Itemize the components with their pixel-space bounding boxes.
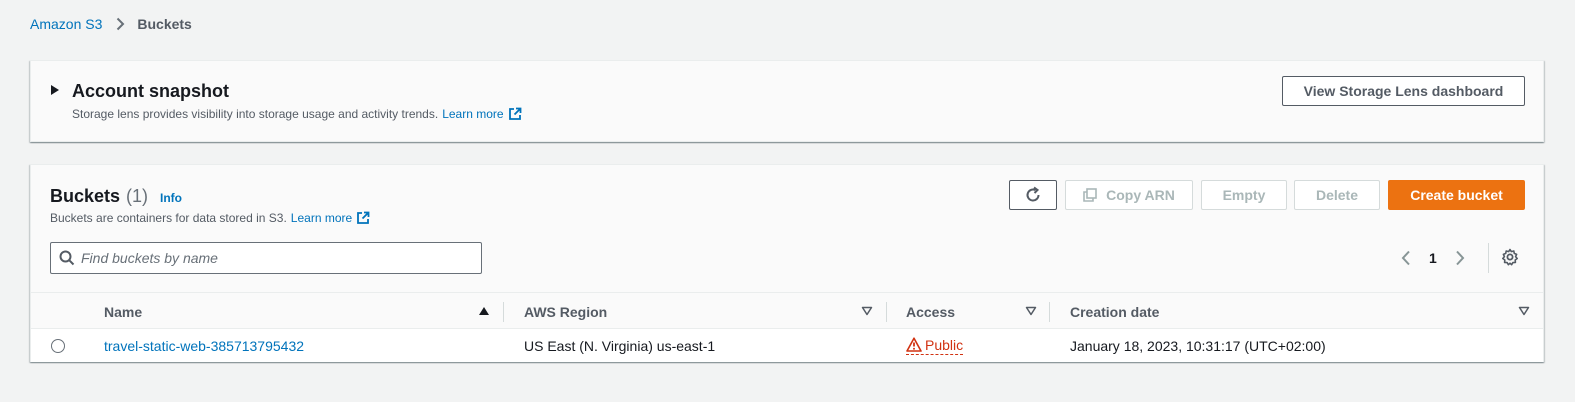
column-divider[interactable] xyxy=(1049,302,1050,322)
column-header-access-label: Access xyxy=(906,303,956,320)
bucket-region: US East (N. Virginia) us-east-1 xyxy=(524,337,716,354)
column-header-creation-date-label: Creation date xyxy=(1070,303,1160,320)
external-link-icon xyxy=(508,107,522,121)
delete-button[interactable]: Delete xyxy=(1294,180,1380,210)
refresh-button[interactable] xyxy=(1009,180,1057,210)
account-snapshot-title[interactable]: Account snapshot xyxy=(72,81,229,102)
breadcrumb-current: Buckets xyxy=(137,16,192,32)
external-link-icon xyxy=(356,211,370,225)
sort-icon[interactable] xyxy=(1518,306,1530,316)
buckets-table: Name AWS Region Access Creation date tra… xyxy=(31,292,1543,362)
gear-icon[interactable] xyxy=(1501,248,1519,266)
snapshot-learn-more-label: Learn more xyxy=(442,107,504,121)
access-status-public[interactable]: Public xyxy=(906,336,964,355)
copy-icon xyxy=(1083,188,1097,202)
sort-icon[interactable] xyxy=(1025,306,1037,316)
account-snapshot-description: Storage lens provides visibility into st… xyxy=(72,107,522,121)
pagination-divider xyxy=(1488,243,1489,273)
table-row[interactable]: travel-static-web-385713795432 US East (… xyxy=(31,329,1543,362)
column-divider[interactable] xyxy=(503,302,504,322)
bucket-name-link[interactable]: travel-static-web-385713795432 xyxy=(104,338,304,354)
create-bucket-button[interactable]: Create bucket xyxy=(1388,180,1525,210)
column-divider[interactable] xyxy=(886,302,887,322)
chevron-right-icon xyxy=(116,17,125,31)
chevron-right-icon[interactable] xyxy=(1455,250,1465,266)
search-field[interactable] xyxy=(50,242,482,274)
sort-ascending-icon[interactable] xyxy=(478,306,490,316)
buckets-description-text: Buckets are containers for data stored i… xyxy=(50,211,287,225)
breadcrumb-amazon-s3-link[interactable]: Amazon S3 xyxy=(30,16,102,32)
access-label: Public xyxy=(925,336,964,353)
table-header: Name AWS Region Access Creation date xyxy=(31,292,1543,329)
copy-arn-label: Copy ARN xyxy=(1106,187,1175,203)
search-input[interactable] xyxy=(81,250,481,266)
snapshot-description-text: Storage lens provides visibility into st… xyxy=(72,107,439,121)
buckets-panel: Buckets (1) Info Buckets are containers … xyxy=(30,164,1544,362)
column-header-creation-date[interactable]: Creation date xyxy=(1070,293,1530,330)
buckets-learn-more-label: Learn more xyxy=(290,211,353,225)
buckets-learn-more-link[interactable]: Learn more xyxy=(291,211,370,225)
row-select-radio[interactable] xyxy=(51,339,65,353)
column-header-region[interactable]: AWS Region xyxy=(524,293,886,330)
empty-button[interactable]: Empty xyxy=(1201,180,1287,210)
account-snapshot-panel: Account snapshot Storage lens provides v… xyxy=(30,60,1544,142)
bucket-creation-date: January 18, 2023, 10:31:17 (UTC+02:00) xyxy=(1070,337,1326,354)
expand-caret-icon[interactable] xyxy=(51,85,59,95)
column-header-name-label: Name xyxy=(104,303,143,320)
column-header-name[interactable]: Name xyxy=(104,293,502,330)
bucket-access: Public xyxy=(906,329,964,362)
warning-icon xyxy=(906,337,922,352)
column-header-region-label: AWS Region xyxy=(524,303,608,320)
buckets-info-link[interactable]: Info xyxy=(160,191,182,205)
snapshot-learn-more-link[interactable]: Learn more xyxy=(442,107,521,121)
breadcrumb: Amazon S3 Buckets xyxy=(30,14,192,34)
refresh-icon xyxy=(1024,186,1042,204)
copy-arn-button[interactable]: Copy ARN xyxy=(1065,180,1193,210)
view-storage-lens-dashboard-button[interactable]: View Storage Lens dashboard xyxy=(1282,76,1525,106)
buckets-count: (1) xyxy=(126,186,149,206)
buckets-heading: Buckets (1) xyxy=(50,186,148,207)
pagination: 1 xyxy=(1401,248,1465,268)
buckets-description: Buckets are containers for data stored i… xyxy=(50,211,370,225)
chevron-left-icon[interactable] xyxy=(1401,250,1411,266)
sort-icon[interactable] xyxy=(861,306,873,316)
search-icon xyxy=(59,250,75,266)
column-header-access[interactable]: Access xyxy=(906,293,1054,330)
page-number-current[interactable]: 1 xyxy=(1429,250,1437,266)
buckets-title: Buckets xyxy=(50,186,121,206)
